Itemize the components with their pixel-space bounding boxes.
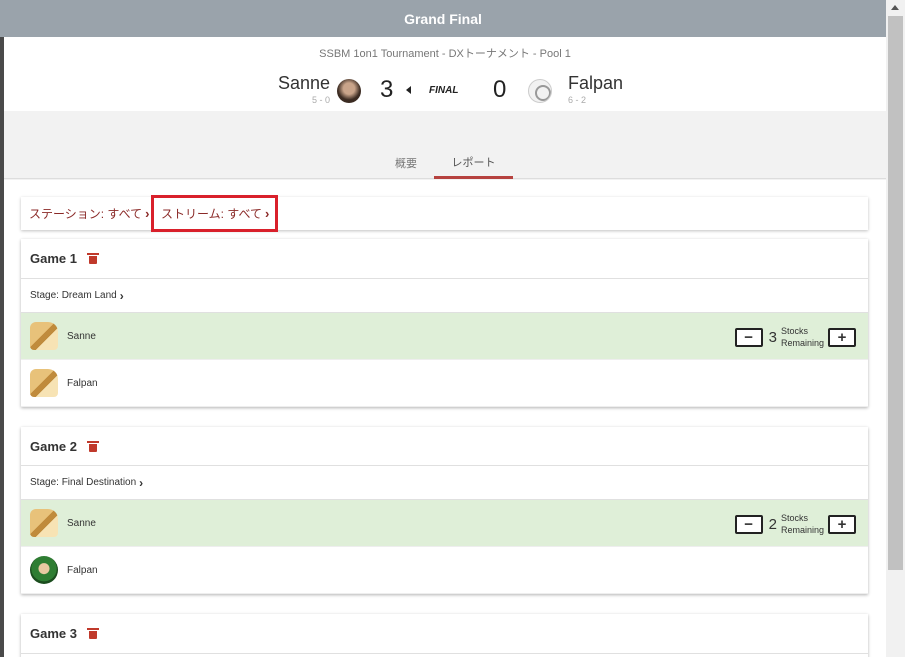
trash-icon[interactable] — [86, 253, 99, 264]
trash-icon[interactable] — [86, 628, 99, 639]
game-card: Game 1 Stage: Dream Land › Sanne − 3 Sto… — [21, 239, 868, 407]
filter-bar: ステーション: すべて › ストリーム: すべて › — [21, 195, 868, 232]
trash-icon[interactable] — [86, 440, 99, 452]
stocks-label-line2: Remaining — [780, 525, 824, 535]
player-row-winner[interactable]: Sanne − 2 Stocks Remaining + — [21, 500, 868, 547]
game-title: Game 2 — [30, 438, 77, 454]
player-left-avatar — [337, 79, 361, 103]
header-bar: Grand Final — [0, 0, 886, 37]
chevron-right-icon: › — [145, 206, 150, 221]
tab-overview[interactable]: 概要 — [384, 147, 428, 179]
chevron-right-icon: › — [119, 288, 124, 303]
game-header: Game 3 — [21, 614, 868, 654]
stage-label: Stage: Final Destination — [30, 477, 137, 488]
increment-stocks-button[interactable]: + — [828, 327, 856, 347]
stocks-label: Stocks Remaining — [781, 512, 824, 536]
chevron-right-icon: › — [139, 475, 144, 490]
stream-filter[interactable]: ストリーム: すべて › — [151, 195, 279, 232]
game-card: Game 2 Stage: Final Destination › Sanne … — [21, 427, 868, 594]
match-header: SSBM 1on1 Tournament - DXトーナメント - Pool 1… — [4, 37, 886, 111]
stocks-label-line2: Remaining — [780, 338, 824, 348]
player-row-winner[interactable]: Sanne − 3 Stocks Remaining + — [21, 313, 868, 360]
stocks-label-line1: Stocks — [780, 513, 808, 523]
decrement-stocks-button[interactable]: − — [734, 327, 763, 347]
fox-icon — [30, 509, 58, 537]
stocks-count: 2 — [768, 515, 777, 533]
team-left: Sanne 5 - 0 — [278, 73, 330, 105]
station-filter-label: ステーション: すべて — [29, 207, 143, 221]
report-content: ステーション: すべて › ストリーム: すべて › Game 1 Stage:… — [4, 180, 886, 657]
chevron-right-icon: › — [265, 206, 270, 221]
stocks-label-line1: Stocks — [780, 326, 808, 336]
stocks-control: − 2 Stocks Remaining + — [734, 512, 856, 536]
increment-stocks-button[interactable]: + — [828, 514, 856, 534]
scrollbar[interactable] — [886, 0, 905, 657]
team-right: Falpan 6 - 2 — [568, 73, 623, 105]
match-status: FINAL — [429, 85, 459, 96]
player-right-avatar — [528, 79, 552, 103]
player-name: Sanne — [67, 517, 96, 529]
team-right-name: Falpan — [568, 73, 624, 93]
stocks-label: Stocks Remaining — [781, 325, 824, 349]
stage-selector[interactable]: Stage: Final Destination › — [21, 466, 868, 500]
player-row[interactable]: Falpan — [21, 547, 868, 594]
player-name: Falpan — [67, 564, 98, 576]
game-card: Game 3 — [21, 614, 868, 657]
team-left-record: 5 - 0 — [311, 95, 330, 105]
station-filter[interactable]: ステーション: すべて › — [21, 197, 149, 230]
stage-label: Stage: Dream Land — [30, 290, 117, 301]
game-header: Game 2 — [21, 427, 868, 466]
stream-filter-label: ストリーム: すべて — [161, 207, 262, 221]
team-right-record: 6 - 2 — [568, 95, 587, 105]
player-name: Sanne — [67, 330, 96, 342]
decrement-stocks-button[interactable]: − — [734, 514, 763, 534]
tab-bar: 概要 レポート — [4, 147, 886, 179]
winner-caret-icon — [406, 86, 411, 94]
header-title: Grand Final — [404, 10, 482, 27]
match-panel: SSBM 1on1 Tournament - DXトーナメント - Pool 1… — [4, 37, 886, 657]
tournament-name: SSBM 1on1 Tournament - DXトーナメント - Pool 1 — [319, 48, 571, 60]
fox-icon — [30, 369, 58, 397]
stocks-control: − 3 Stocks Remaining + — [734, 325, 856, 349]
stocks-count: 3 — [768, 328, 777, 346]
score-left: 3 — [380, 76, 394, 103]
game-title: Game 1 — [30, 251, 77, 266]
link-icon — [30, 556, 58, 584]
score-right: 0 — [493, 76, 507, 103]
scroll-up-arrow-icon[interactable] — [891, 5, 899, 10]
stage-selector[interactable]: Stage: Dream Land › — [21, 279, 868, 313]
game-header: Game 1 — [21, 239, 868, 279]
player-row[interactable]: Falpan — [21, 360, 868, 407]
player-name: Falpan — [67, 377, 98, 389]
tab-report[interactable]: レポート — [434, 147, 513, 179]
scrollbar-thumb[interactable] — [888, 16, 903, 570]
fox-icon — [30, 322, 58, 350]
team-left-name: Sanne — [277, 73, 330, 93]
game-title: Game 3 — [30, 626, 77, 641]
